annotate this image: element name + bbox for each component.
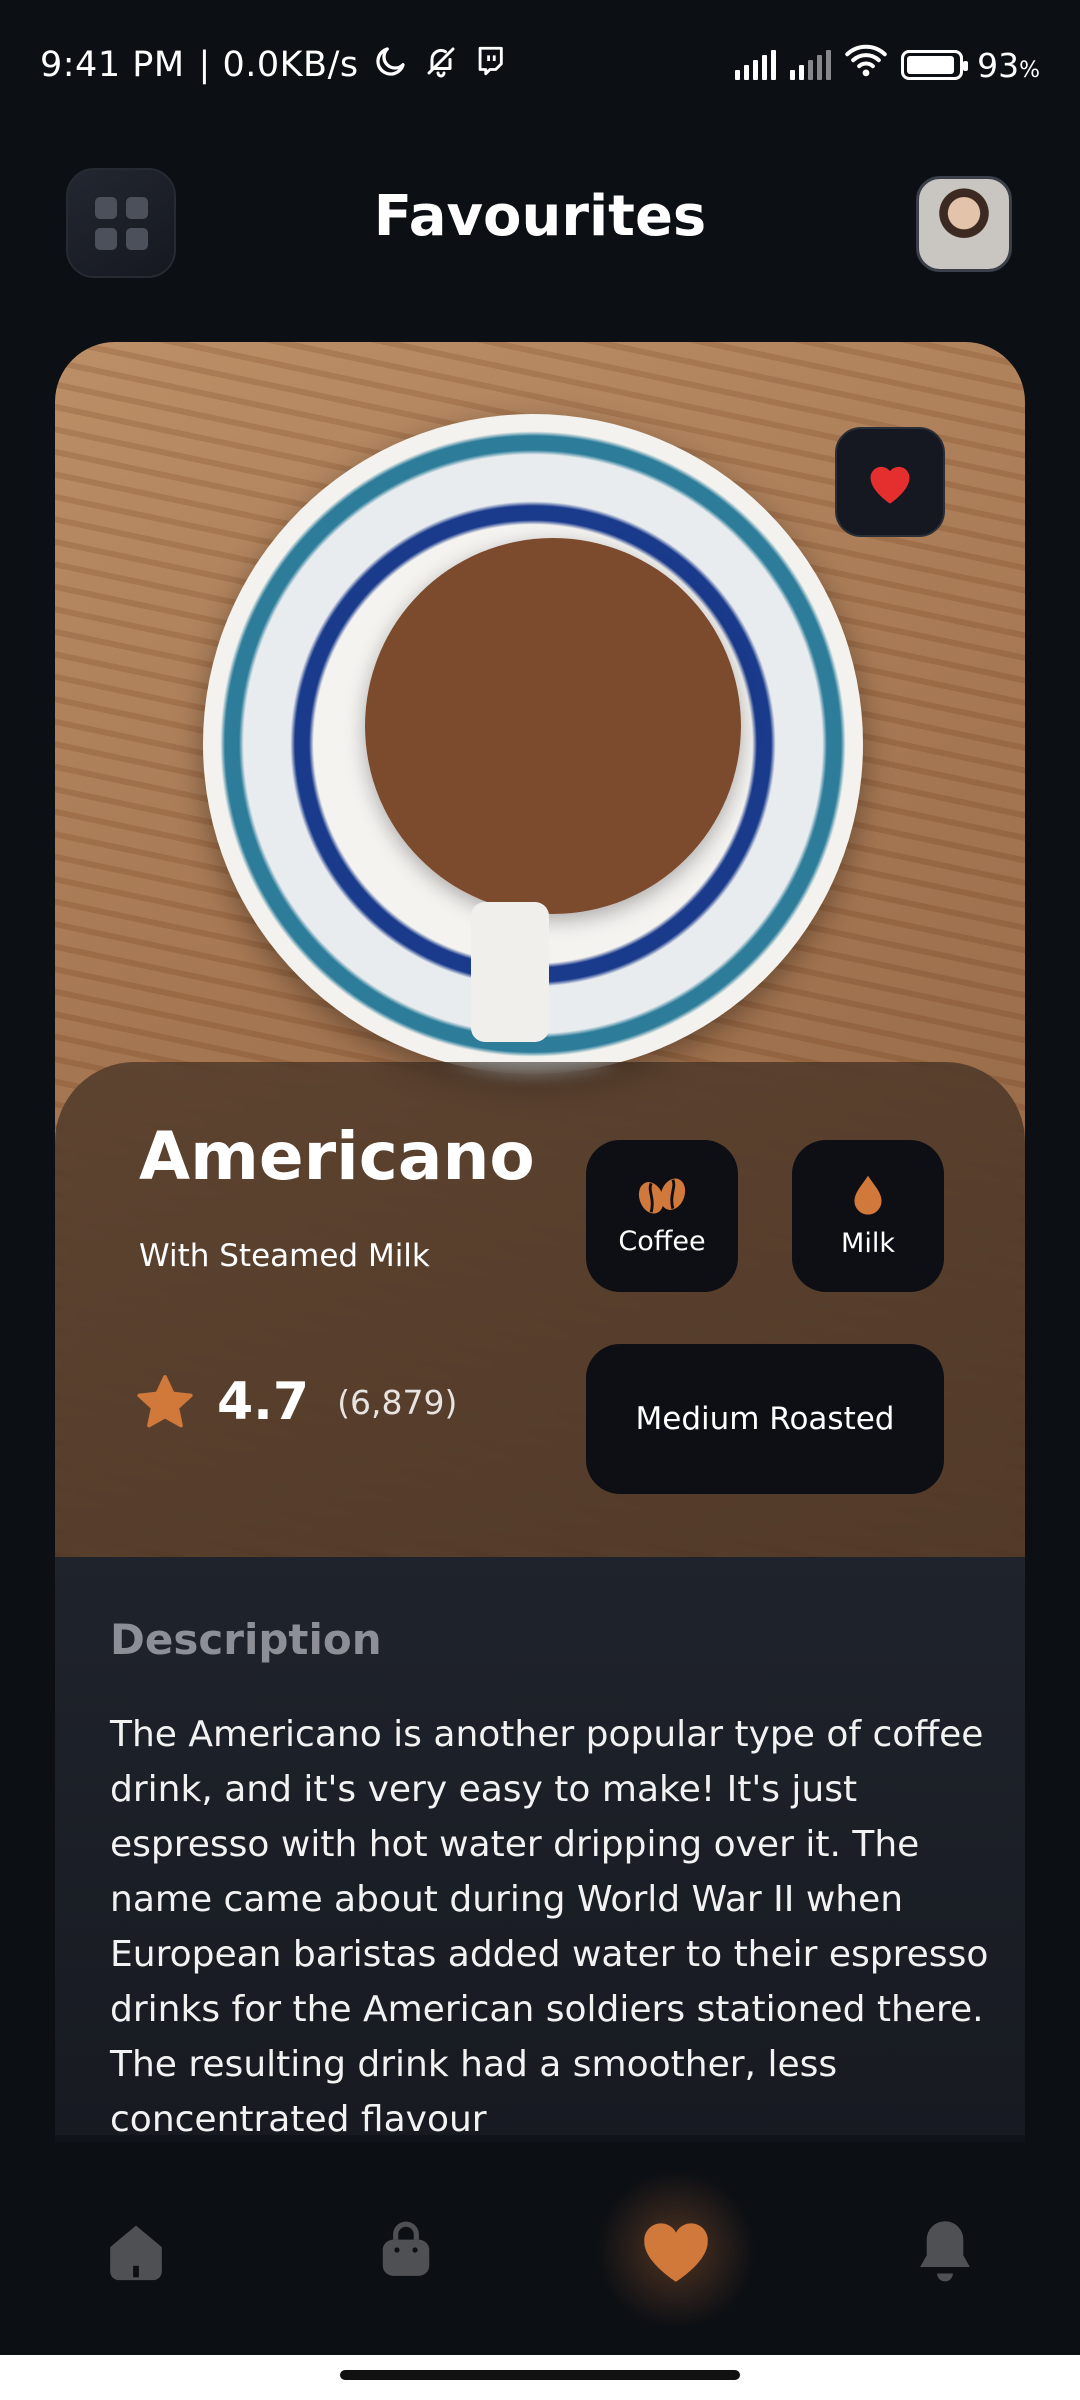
status-net-speed: | 0.0KB/s <box>198 45 359 85</box>
bottom-nav <box>0 2135 1080 2330</box>
battery-icon <box>901 50 969 80</box>
battery-fill <box>907 56 954 74</box>
coffee-chip-label: Coffee <box>618 1225 706 1257</box>
nav-cart[interactable] <box>366 2210 446 2290</box>
home-icon <box>110 2225 162 2281</box>
rating-count: (6,879) <box>337 1382 458 1422</box>
home-indicator[interactable] <box>340 2370 740 2380</box>
info-panel: Americano With Steamed Milk 4.7 (6,879) … <box>55 1062 1025 1557</box>
coffee-bean-icon <box>638 1177 686 1214</box>
product-name: Americano <box>139 1118 535 1195</box>
status-left: 9:41 PM | 0.0KB/s <box>40 43 507 88</box>
milk-chip[interactable]: Milk <box>792 1140 944 1292</box>
header: Favourites <box>0 168 1080 278</box>
drop-icon <box>854 1175 882 1215</box>
bell-icon <box>920 2221 970 2282</box>
nav-notifications[interactable] <box>905 2210 985 2290</box>
signal-icon <box>790 50 832 80</box>
avatar[interactable] <box>916 176 1012 272</box>
favorite-button[interactable] <box>835 427 945 537</box>
rating: 4.7 (6,879) <box>135 1372 457 1432</box>
signal-icon <box>735 50 777 80</box>
description-text[interactable]: The Americano is another popular type of… <box>110 1707 990 2142</box>
coffee-chip[interactable]: Coffee <box>586 1140 738 1292</box>
milk-chip-label: Milk <box>841 1227 895 1259</box>
product-subtitle: With Steamed Milk <box>139 1238 430 1274</box>
nav-home[interactable] <box>96 2210 176 2290</box>
star-icon <box>137 1375 193 1428</box>
cup-handle-image <box>471 902 549 1042</box>
status-bar: 9:41 PM | 0.0KB/s 93% <box>0 0 1080 130</box>
twitch-icon <box>473 44 507 87</box>
battery-percent: 93% <box>977 45 1040 85</box>
heart-icon <box>644 2223 708 2282</box>
nav-favourites[interactable] <box>596 2170 756 2330</box>
roast-chip: Medium Roasted <box>586 1344 944 1494</box>
rating-value: 4.7 <box>217 1372 310 1432</box>
moon-icon <box>373 43 409 88</box>
wifi-icon <box>845 44 887 86</box>
bag-icon <box>382 2221 430 2276</box>
status-time: 9:41 PM <box>40 45 185 85</box>
product-card: Americano With Steamed Milk 4.7 (6,879) … <box>55 342 1025 2142</box>
status-right: 93% <box>735 44 1040 86</box>
bell-off-icon <box>423 43 459 88</box>
product-image: Americano With Steamed Milk 4.7 (6,879) … <box>55 342 1025 1557</box>
description-title: Description <box>110 1615 382 1664</box>
description-section: Description The Americano is another pop… <box>55 1557 1025 2142</box>
heart-icon <box>870 466 910 504</box>
cup-image <box>365 538 741 914</box>
